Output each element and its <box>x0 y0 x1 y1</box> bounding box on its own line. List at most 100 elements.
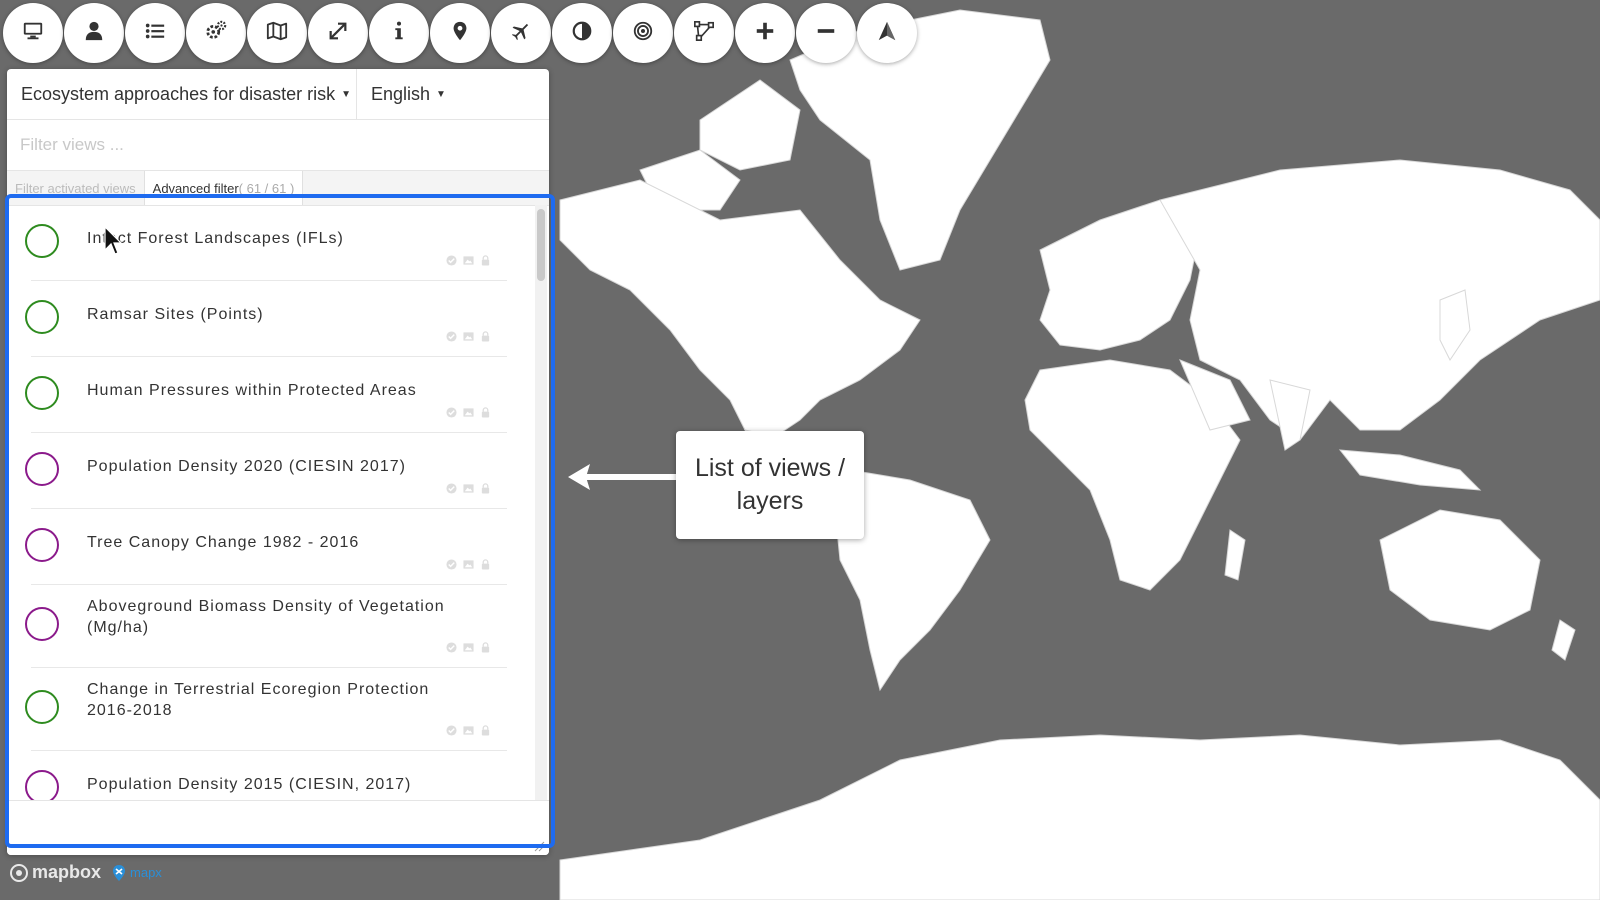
mapx-logo[interactable]: mapx <box>111 864 162 882</box>
lock-icon <box>480 331 491 342</box>
view-toggle-circle[interactable] <box>25 527 59 562</box>
zoom-in-button[interactable] <box>735 3 795 63</box>
image-icon <box>463 407 474 418</box>
view-badges <box>446 483 491 494</box>
user-icon <box>83 20 105 47</box>
filter-views-field <box>7 120 549 171</box>
project-dropdown[interactable]: Ecosystem approaches for disaster risk ▼ <box>7 69 357 119</box>
settings-button[interactable] <box>186 3 246 63</box>
mapbox-logo-icon <box>10 863 28 882</box>
views-scrollbar[interactable] <box>535 205 547 801</box>
language-dropdown[interactable]: English ▼ <box>357 69 446 119</box>
panel-footer <box>7 800 549 855</box>
gears-icon <box>205 20 227 47</box>
view-item[interactable]: Population Density 2020 (CIESIN 2017) <box>25 433 507 509</box>
project-label: Ecosystem approaches for disaster risk <box>21 83 336 104</box>
check-circle-icon <box>446 331 457 342</box>
views-panel: Ecosystem approaches for disaster risk ▼… <box>7 69 549 855</box>
mapbox-logo[interactable]: mapbox <box>10 862 101 883</box>
filter-tabs: Filter activated views Advanced filter( … <box>7 171 549 206</box>
tab-advanced-filter[interactable]: Advanced filter( 61 / 61 ) <box>144 171 304 205</box>
image-icon <box>463 331 474 342</box>
north-arrow-icon <box>876 20 898 47</box>
callout-line-2: layers <box>736 487 804 515</box>
view-item[interactable]: Ramsar Sites (Points) <box>25 281 507 357</box>
resize-handle-icon[interactable] <box>533 839 545 852</box>
theme-toggle-button[interactable] <box>552 3 612 63</box>
image-icon <box>463 483 474 494</box>
draw-polygon-icon <box>693 20 715 47</box>
lock-icon <box>480 559 491 570</box>
view-title: Change in Terrestrial Ecoregion Protecti… <box>87 681 430 719</box>
mapx-logo-text: mapx <box>130 865 162 880</box>
view-item[interactable]: Tree Canopy Change 1982 - 2016 <box>25 509 507 585</box>
lock-icon <box>480 483 491 494</box>
tab-filter-activated[interactable]: Filter activated views <box>7 171 145 205</box>
fullscreen-button[interactable] <box>308 3 368 63</box>
filter-views-input[interactable] <box>7 134 549 156</box>
view-item[interactable]: Aboveground Biomass Density of Vegetatio… <box>25 585 507 668</box>
panel-header: Ecosystem approaches for disaster risk ▼… <box>7 69 549 120</box>
image-icon <box>463 642 474 653</box>
view-title: Intact Forest Landscapes (IFLs) <box>87 230 344 247</box>
plus-icon <box>754 20 776 47</box>
advanced-filter-label: Advanced filter <box>152 181 239 196</box>
view-title: Tree Canopy Change 1982 - 2016 <box>87 534 360 551</box>
image-icon <box>463 255 474 266</box>
minus-icon <box>815 20 837 47</box>
info-icon <box>388 20 410 47</box>
user-button[interactable] <box>64 3 124 63</box>
callout-line-1: List of views / <box>694 454 846 482</box>
lock-icon <box>480 407 491 418</box>
check-circle-icon <box>446 407 457 418</box>
fly-to-button[interactable] <box>491 3 551 63</box>
views-list-button[interactable] <box>125 3 185 63</box>
image-icon <box>463 725 474 736</box>
language-label: English <box>371 83 431 104</box>
callout-arrow-icon <box>568 464 678 490</box>
base-map-button[interactable] <box>247 3 307 63</box>
query-button[interactable] <box>613 3 673 63</box>
check-circle-icon <box>446 642 457 653</box>
list-icon <box>144 20 166 47</box>
lock-icon <box>480 255 491 266</box>
view-title: Human Pressures within Protected Areas <box>87 382 417 399</box>
attribution: mapbox mapx <box>10 862 162 883</box>
view-item[interactable]: Intact Forest Landscapes (IFLs) <box>25 205 507 281</box>
caret-down-icon: ▼ <box>341 88 352 100</box>
views-list: Intact Forest Landscapes (IFLs) Ramsar Si… <box>7 205 535 801</box>
view-toggle-circle[interactable] <box>25 690 59 724</box>
callout-label: List of views / layers <box>676 431 864 539</box>
view-toggle-circle[interactable] <box>25 299 59 334</box>
view-badges <box>446 559 491 570</box>
view-toggle-circle[interactable] <box>25 769 59 801</box>
view-toggle-circle[interactable] <box>25 375 59 410</box>
zoom-out-button[interactable] <box>796 3 856 63</box>
desktop-button[interactable] <box>3 3 63 63</box>
view-title: Ramsar Sites (Points) <box>87 306 264 323</box>
view-item[interactable]: Population Density 2015 (CIESIN, 2017) <box>25 751 507 801</box>
check-circle-icon <box>446 255 457 266</box>
view-item[interactable]: Human Pressures within Protected Areas <box>25 357 507 433</box>
scroll-thumb[interactable] <box>537 209 545 281</box>
caret-down-icon: ▼ <box>436 88 446 100</box>
view-item[interactable]: Change in Terrestrial Ecoregion Protecti… <box>25 668 507 751</box>
image-icon <box>463 559 474 570</box>
advanced-filter-count: ( 61 / 61 ) <box>238 181 295 196</box>
view-toggle-circle[interactable] <box>25 223 59 258</box>
view-badges <box>446 725 491 736</box>
desktop-icon <box>22 20 44 47</box>
view-title: Population Density 2020 (CIESIN 2017) <box>87 458 406 475</box>
check-circle-icon <box>446 559 457 570</box>
view-title: Population Density 2015 (CIESIN, 2017) <box>87 776 412 793</box>
lock-icon <box>480 725 491 736</box>
contrast-icon <box>571 20 593 47</box>
check-circle-icon <box>446 483 457 494</box>
info-button[interactable] <box>369 3 429 63</box>
view-toggle-circle[interactable] <box>25 451 59 486</box>
draw-button[interactable] <box>674 3 734 63</box>
plane-icon <box>510 20 532 47</box>
compass-button[interactable] <box>857 3 917 63</box>
location-button[interactable] <box>430 3 490 63</box>
view-toggle-circle[interactable] <box>25 607 59 641</box>
